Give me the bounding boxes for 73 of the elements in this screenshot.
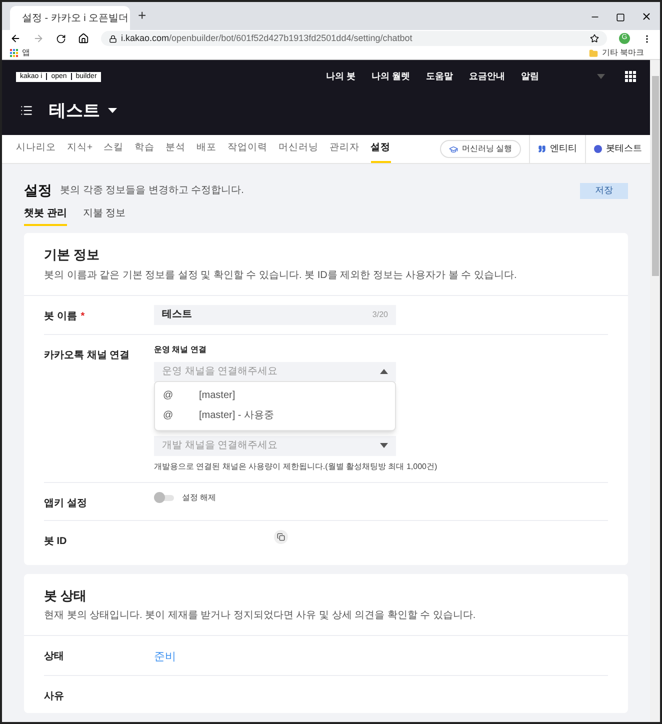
nav-link[interactable]: 도움말 — [426, 70, 453, 84]
sub-tab[interactable]: 챗봇 관리 — [24, 206, 67, 226]
toggle-switch[interactable] — [154, 494, 174, 500]
field-label: 카카오톡 채널 연결 — [44, 348, 130, 362]
helper-text: 개발용으로 연결된 채널은 사용량이 제한됩니다.(월별 활성채팅방 최대 1,000건) — [154, 460, 438, 472]
nav-tab[interactable]: 관리자 — [330, 135, 360, 163]
nav-tab[interactable]: 지식+ — [67, 135, 93, 163]
field-label: 상태 — [44, 650, 64, 664]
nav-tab[interactable]: 스킬 — [104, 135, 124, 163]
page-subtitle: 봇의 각종 정보들을 변경하고 수정합니다. — [60, 184, 244, 198]
maximize-icon[interactable] — [616, 13, 625, 22]
dropdown-caret-icon — [597, 74, 605, 80]
apps-icon[interactable] — [10, 49, 18, 57]
nav-tab[interactable]: 배포 — [196, 135, 217, 163]
dropdown-option[interactable]: @ [master] — [155, 386, 395, 406]
placeholder-text: 개발 채널을 연결해주세요 — [162, 439, 279, 453]
bot-name-field[interactable]: 테스트 3/20 — [154, 304, 396, 324]
caret-icon — [380, 443, 388, 448]
nav-tab[interactable]: 분석 — [166, 135, 186, 163]
browser-tab[interactable]: 설정 - 카카오 i 오픈빌더 — [10, 6, 130, 30]
ml-run-button[interactable]: 머신러닝 실행 — [440, 140, 521, 158]
bot-name-title[interactable]: 테스트 — [49, 98, 100, 123]
new-tab-button[interactable]: + — [130, 5, 154, 30]
section-title: 기본 정보 — [44, 246, 101, 264]
field-label: 운영 채널 연결 — [154, 344, 208, 356]
page-title: 설정 — [24, 181, 52, 200]
tab-title: 설정 - 카카오 i 오픈빌더 — [22, 12, 129, 26]
field-label: 봇 ID — [44, 534, 67, 548]
copy-button[interactable] — [274, 530, 288, 544]
nav-tab[interactable]: 시나리오 — [16, 135, 56, 163]
graduation-cap-icon — [448, 144, 458, 154]
nav-tab[interactable]: 작업이력 — [228, 135, 268, 163]
section-description: 현재 봇의 상태입니다. 봇이 제재를 받거나 정지되었다면 사유 및 상세 의견을 확인할 수 있습니다. — [44, 609, 477, 623]
status-value: 준비 — [154, 650, 177, 665]
entity-button[interactable]: 엔티티 — [530, 135, 586, 163]
field-value: 테스트 — [162, 308, 193, 322]
app-grid-icon[interactable] — [625, 71, 636, 82]
close-window-icon[interactable] — [641, 11, 652, 22]
section-description: 봇의 이름과 같은 기본 정보를 설정 및 확인할 수 있습니다. 봇 ID를 제외한 정보는 사용자가 볼 수 있습니다. — [44, 268, 518, 282]
nav-tab[interactable]: 학습 — [134, 135, 155, 163]
chat-icon — [594, 145, 602, 153]
quote-icon — [538, 145, 546, 153]
nav-link[interactable]: 나의 월렛 — [371, 70, 410, 84]
caret-icon[interactable] — [108, 108, 117, 113]
other-bookmarks[interactable]: 기타 북마크 — [602, 47, 644, 59]
section-title: 봇 상태 — [44, 586, 88, 604]
url-text: i.kakao.com/openbuilder/bot/601f52d427b1913fd2501dd4/setting/chatbot — [121, 32, 414, 45]
save-button: 저장 — [580, 182, 628, 198]
bot-test-button[interactable]: 봇테스트 — [586, 135, 650, 163]
back-icon[interactable] — [10, 33, 21, 44]
nav-tab[interactable]: 머신러닝 — [278, 135, 319, 163]
placeholder-text: 운영 채널을 연결해주세요 — [162, 365, 279, 379]
bookmark-link[interactable]: 앱 — [22, 47, 30, 59]
list-icon[interactable] — [20, 104, 33, 117]
nav-link[interactable]: 요금안내 — [469, 70, 505, 84]
character-counter: 3/20 — [372, 308, 388, 320]
folder-icon — [588, 48, 598, 58]
required-mark: * — [80, 310, 85, 324]
copy-icon — [277, 532, 285, 540]
dropdown-option[interactable]: @ [master] - 사용중 — [155, 406, 395, 426]
bookmark-star-icon[interactable] — [590, 34, 599, 43]
field-label: 봇 이름 — [44, 310, 77, 324]
address-bar[interactable]: i.kakao.com/openbuilder/bot/601f52d427b1913fd2501dd4/setting/chatbot — [101, 31, 607, 46]
field-label: 앱키 설정 — [44, 496, 87, 510]
caret-icon — [380, 369, 388, 374]
nav-link[interactable]: 나의 봇 — [326, 70, 356, 84]
sub-tab[interactable]: 지불 정보 — [82, 206, 126, 226]
toggle-label: 설정 해제 — [182, 492, 216, 504]
reload-icon[interactable] — [56, 34, 66, 44]
nav-link[interactable]: 알림 — [521, 70, 539, 84]
home-icon[interactable] — [78, 33, 89, 44]
field-label: 사유 — [44, 690, 64, 704]
lock-icon — [109, 34, 117, 42]
